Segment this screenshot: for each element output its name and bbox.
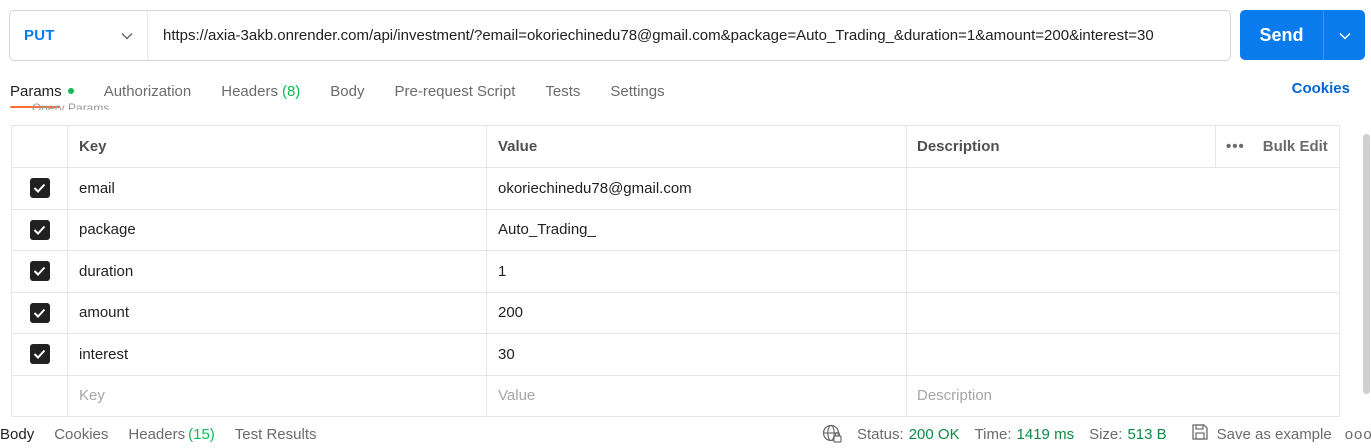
tab-tests[interactable]: Tests	[545, 83, 580, 100]
tab-label: Tests	[545, 82, 581, 100]
param-description[interactable]	[907, 210, 1339, 251]
row-checkbox[interactable]	[29, 219, 50, 240]
check-cell	[12, 251, 68, 292]
param-description[interactable]	[907, 251, 1339, 292]
row-checkbox[interactable]	[29, 178, 50, 199]
check-cell	[12, 375, 68, 416]
param-description[interactable]	[907, 293, 1339, 334]
status-label: Status:	[857, 425, 904, 443]
row-checkbox[interactable]	[29, 261, 50, 282]
param-description[interactable]	[907, 334, 1339, 375]
param-value[interactable]: 200	[487, 292, 907, 333]
table-row: package Auto_Trading_	[12, 209, 1339, 251]
param-description[interactable]	[907, 168, 1339, 209]
response-meta: Status: 200 OK Time: 1419 ms Size: 513 B…	[822, 420, 1371, 448]
tab-settings[interactable]: Settings	[610, 83, 664, 100]
header-check-cell	[12, 126, 68, 167]
bulk-edit-button[interactable]: ••• Bulk Edit	[1216, 126, 1339, 167]
param-key[interactable]: interest	[68, 334, 487, 375]
tab-label: Pre-request Script	[394, 82, 516, 100]
headers-count: (8)	[281, 82, 301, 100]
tab-label: Params	[10, 82, 62, 100]
new-key-input[interactable]: Key	[68, 375, 487, 416]
tab-label: Headers	[221, 82, 278, 100]
response-bar: Body Cookies Headers (15) Test Results St…	[0, 420, 1371, 448]
cookies-link[interactable]: Cookies	[1292, 80, 1350, 97]
request-bar: PUT https://axia-3akb.onrender.com/api/i…	[9, 10, 1231, 61]
params-table: Key Value Description ••• Bulk Edit emai…	[11, 125, 1340, 417]
method-select[interactable]: PUT	[10, 11, 148, 60]
send-options-button[interactable]	[1324, 10, 1365, 60]
url-input[interactable]: https://axia-3akb.onrender.com/api/inves…	[148, 27, 1230, 44]
tab-params[interactable]: Params	[10, 83, 74, 100]
param-value[interactable]: okoriechinedu78@gmail.com	[487, 168, 907, 209]
check-cell	[12, 334, 68, 375]
param-key[interactable]: amount	[68, 292, 487, 333]
row-checkbox[interactable]	[29, 302, 50, 323]
more-options-icon[interactable]: •••	[1226, 138, 1245, 155]
new-description-input[interactable]: Description	[907, 376, 1339, 417]
header-value: Value	[487, 126, 907, 167]
table-row: amount 200	[12, 292, 1339, 334]
send-button[interactable]: Send	[1240, 10, 1324, 60]
size-value[interactable]: 513 B	[1127, 426, 1166, 443]
save-icon	[1191, 423, 1209, 445]
tab-label: Headers	[128, 425, 186, 443]
param-key[interactable]: package	[68, 209, 487, 250]
response-tab-body[interactable]: Body	[0, 426, 34, 443]
request-tabs: Params Authorization Headers (8) Body Pre…	[10, 80, 695, 102]
chevron-down-icon	[1338, 27, 1351, 44]
section-title: Query Params	[32, 101, 110, 110]
tab-label: Authorization	[103, 82, 192, 100]
save-as-example-button[interactable]: Save as example	[1191, 423, 1332, 445]
time-label: Time:	[974, 425, 1012, 443]
header-key: Key	[68, 126, 487, 167]
check-cell	[12, 168, 68, 209]
param-value[interactable]: Auto_Trading_	[487, 209, 907, 250]
more-options-icon[interactable]: ooo	[1345, 426, 1371, 443]
tab-label: Settings	[610, 82, 665, 100]
time-value[interactable]: 1419 ms	[1017, 426, 1075, 443]
response-headers-count: (15)	[188, 425, 215, 443]
param-value[interactable]: 1	[487, 251, 907, 292]
send-button-group: Send	[1240, 10, 1365, 60]
response-tab-test-results[interactable]: Test Results	[235, 426, 317, 443]
params-active-dot	[67, 87, 74, 94]
check-cell	[12, 209, 68, 250]
row-checkbox[interactable]	[29, 344, 50, 365]
status-value[interactable]: 200 OK	[909, 426, 960, 443]
table-header: Key Value Description ••• Bulk Edit	[12, 126, 1339, 168]
check-cell	[12, 292, 68, 333]
tab-pre-request-script[interactable]: Pre-request Script	[395, 83, 516, 100]
method-label: PUT	[24, 27, 55, 44]
tab-headers[interactable]: Headers (8)	[221, 83, 300, 100]
tab-label: Body	[330, 82, 365, 100]
bulk-edit-label: Bulk Edit	[1262, 138, 1328, 155]
response-tab-headers[interactable]: Headers (15)	[128, 426, 214, 443]
param-value[interactable]: 30	[487, 334, 907, 375]
tab-body[interactable]: Body	[330, 83, 364, 100]
new-value-input[interactable]: Value	[487, 375, 907, 416]
response-tab-cookies[interactable]: Cookies	[54, 426, 108, 443]
size-label: Size:	[1089, 425, 1123, 443]
save-as-example-label: Save as example	[1216, 425, 1332, 443]
vertical-scrollbar[interactable]	[1363, 134, 1370, 394]
param-key[interactable]: duration	[68, 251, 487, 292]
tab-authorization[interactable]: Authorization	[104, 83, 192, 100]
table-row: email okoriechinedu78@gmail.com	[12, 168, 1339, 210]
table-row: duration 1	[12, 251, 1339, 293]
table-row-new: Key Value Description	[12, 375, 1339, 417]
table-row: interest 30	[12, 334, 1339, 376]
globe-lock-icon[interactable]	[822, 424, 842, 444]
chevron-down-icon	[121, 30, 133, 42]
header-description: Description	[907, 126, 1216, 167]
param-key[interactable]: email	[68, 168, 487, 209]
